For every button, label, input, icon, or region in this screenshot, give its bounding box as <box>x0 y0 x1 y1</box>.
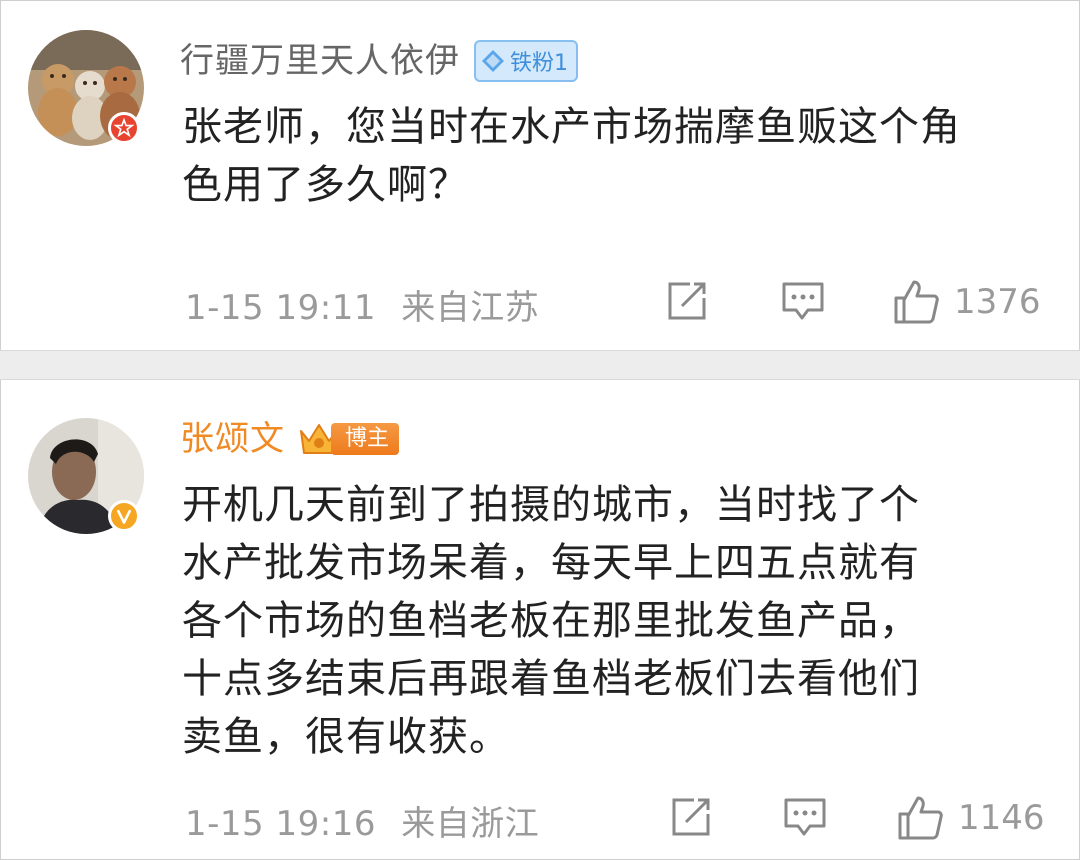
repost-button[interactable] <box>668 794 714 840</box>
timestamp: 1-15 19:11 <box>185 288 376 328</box>
repost-button[interactable] <box>664 278 710 324</box>
reply-button[interactable] <box>782 794 828 840</box>
like-button[interactable]: 1376 <box>892 278 1041 326</box>
comment-text: 张老师，您当时在水产市场揣摩鱼贩这个角 色用了多久啊？ <box>182 104 961 208</box>
like-count: 1376 <box>954 282 1041 322</box>
reply-icon <box>782 282 824 320</box>
like-button[interactable]: 1146 <box>896 794 1045 842</box>
name-row: 行疆万里天人依伊 铁粉1 <box>180 36 578 86</box>
comment-divider <box>0 350 1080 380</box>
verified-v-icon <box>108 500 140 532</box>
fan-badge[interactable]: 铁粉1 <box>474 40 578 82</box>
reply-button[interactable] <box>780 278 826 324</box>
blogger-badge[interactable]: 博主 <box>297 418 400 460</box>
comment-meta: 1-15 19:11 来自江苏 <box>185 280 539 329</box>
username[interactable]: 行疆万里天人依伊 <box>180 36 460 86</box>
like-icon <box>898 796 943 840</box>
repost-icon <box>668 282 706 320</box>
comment-item: 行疆万里天人依伊 铁粉1 张老师，您当时在水产市场揣摩鱼贩这个角 色用了多久啊？… <box>0 0 1080 350</box>
reply-icon <box>784 798 826 836</box>
diamond-icon <box>482 50 504 72</box>
comment-text: 开机几天前到了拍摄的城市，当时找了个 水产批发市场呆着，每天早上四五点就有 各个… <box>182 482 920 760</box>
like-count: 1146 <box>958 798 1045 838</box>
source-location: 来自江苏 <box>401 288 540 328</box>
name-row: 张颂文 博主 <box>180 414 400 464</box>
username[interactable]: 张颂文 <box>180 414 285 464</box>
repost-icon <box>672 798 710 836</box>
comment-item: 张颂文 博主 开机几天前到了拍摄的城市，当时找了个 水产批发市场呆着，每天早上四… <box>0 380 1080 860</box>
source-location: 来自浙江 <box>401 804 540 844</box>
avatar[interactable] <box>28 30 144 146</box>
fan-badge-label: 铁粉1 <box>510 51 568 76</box>
avatar[interactable] <box>28 418 144 534</box>
comment-meta: 1-15 19:16 来自浙江 <box>185 796 539 845</box>
timestamp: 1-15 19:16 <box>185 804 376 844</box>
star-icon <box>108 112 140 144</box>
blogger-badge-label: 博主 <box>331 423 400 455</box>
like-icon <box>894 280 939 324</box>
